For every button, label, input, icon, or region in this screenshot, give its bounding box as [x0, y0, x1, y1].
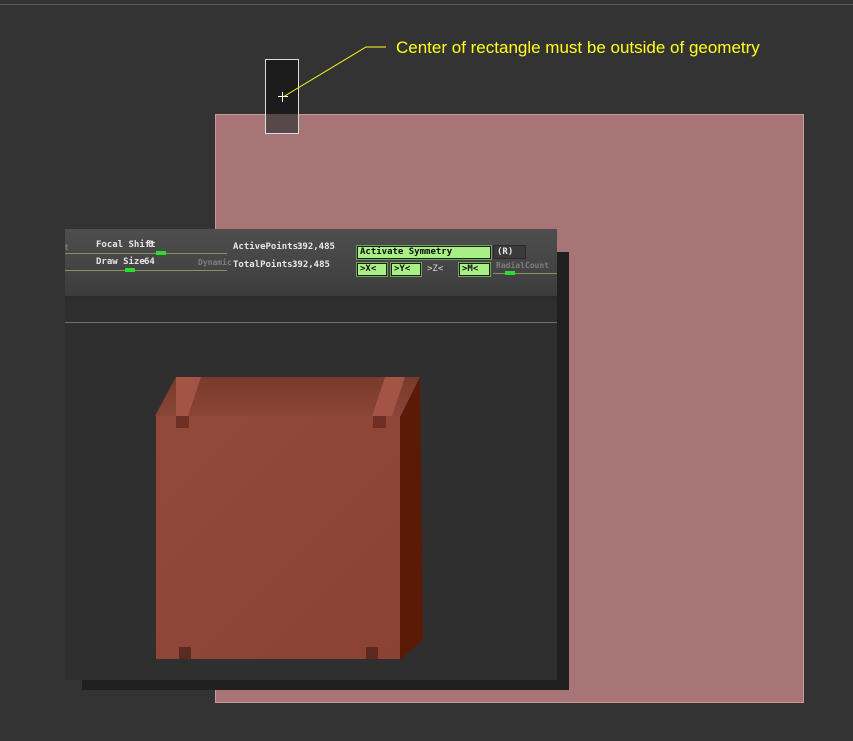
draw-size-value: 64 [144, 257, 155, 267]
focal-shift-slider-track[interactable] [65, 253, 227, 254]
slider-knob-icon[interactable] [125, 268, 135, 272]
toolbar-shadow [65, 297, 557, 303]
radial-count-slider-track[interactable] [493, 273, 557, 274]
top-divider [0, 4, 853, 5]
total-points-label: TotalPoints: [233, 260, 299, 270]
focal-shift-label: Focal Shift [96, 240, 156, 250]
activate-symmetry-button[interactable]: Activate Symmetry [356, 245, 492, 260]
symmetry-hotkey-button[interactable]: (R) [493, 245, 526, 259]
top-toolbar: t Focal Shift 0 Draw Size 64 Dynamic Act… [65, 229, 557, 297]
zbrush-screenshot-panel: t Focal Shift 0 Draw Size 64 Dynamic Act… [65, 229, 557, 680]
active-points-label: ActivePoints: [233, 242, 304, 252]
draw-size-slider-track[interactable] [65, 270, 227, 271]
annotation-text: Center of rectangle must be outside of g… [396, 38, 760, 57]
toolbar-edge-label: t [65, 243, 69, 252]
symmetry-x-button[interactable]: >X< [356, 262, 388, 277]
dynamic-label[interactable]: Dynamic [198, 258, 232, 267]
radial-count-label: RadialCount [496, 261, 549, 270]
symmetry-z-button[interactable]: >Z< [427, 264, 443, 274]
canvas-viewport[interactable]: t Focal Shift 0 Draw Size 64 Dynamic Act… [0, 0, 853, 741]
focal-shift-value: 0 [148, 240, 154, 250]
draw-size-label: Draw Size [96, 257, 145, 267]
viewport-divider [65, 322, 557, 323]
slider-knob-icon[interactable] [156, 251, 166, 255]
symmetry-m-button[interactable]: >M< [458, 262, 491, 277]
crosshair-icon [278, 92, 288, 102]
active-points-value: 392,485 [297, 242, 335, 252]
symmetry-y-button[interactable]: >Y< [390, 262, 422, 277]
slider-knob-icon[interactable] [505, 271, 515, 275]
total-points-value: 392,485 [292, 260, 330, 270]
